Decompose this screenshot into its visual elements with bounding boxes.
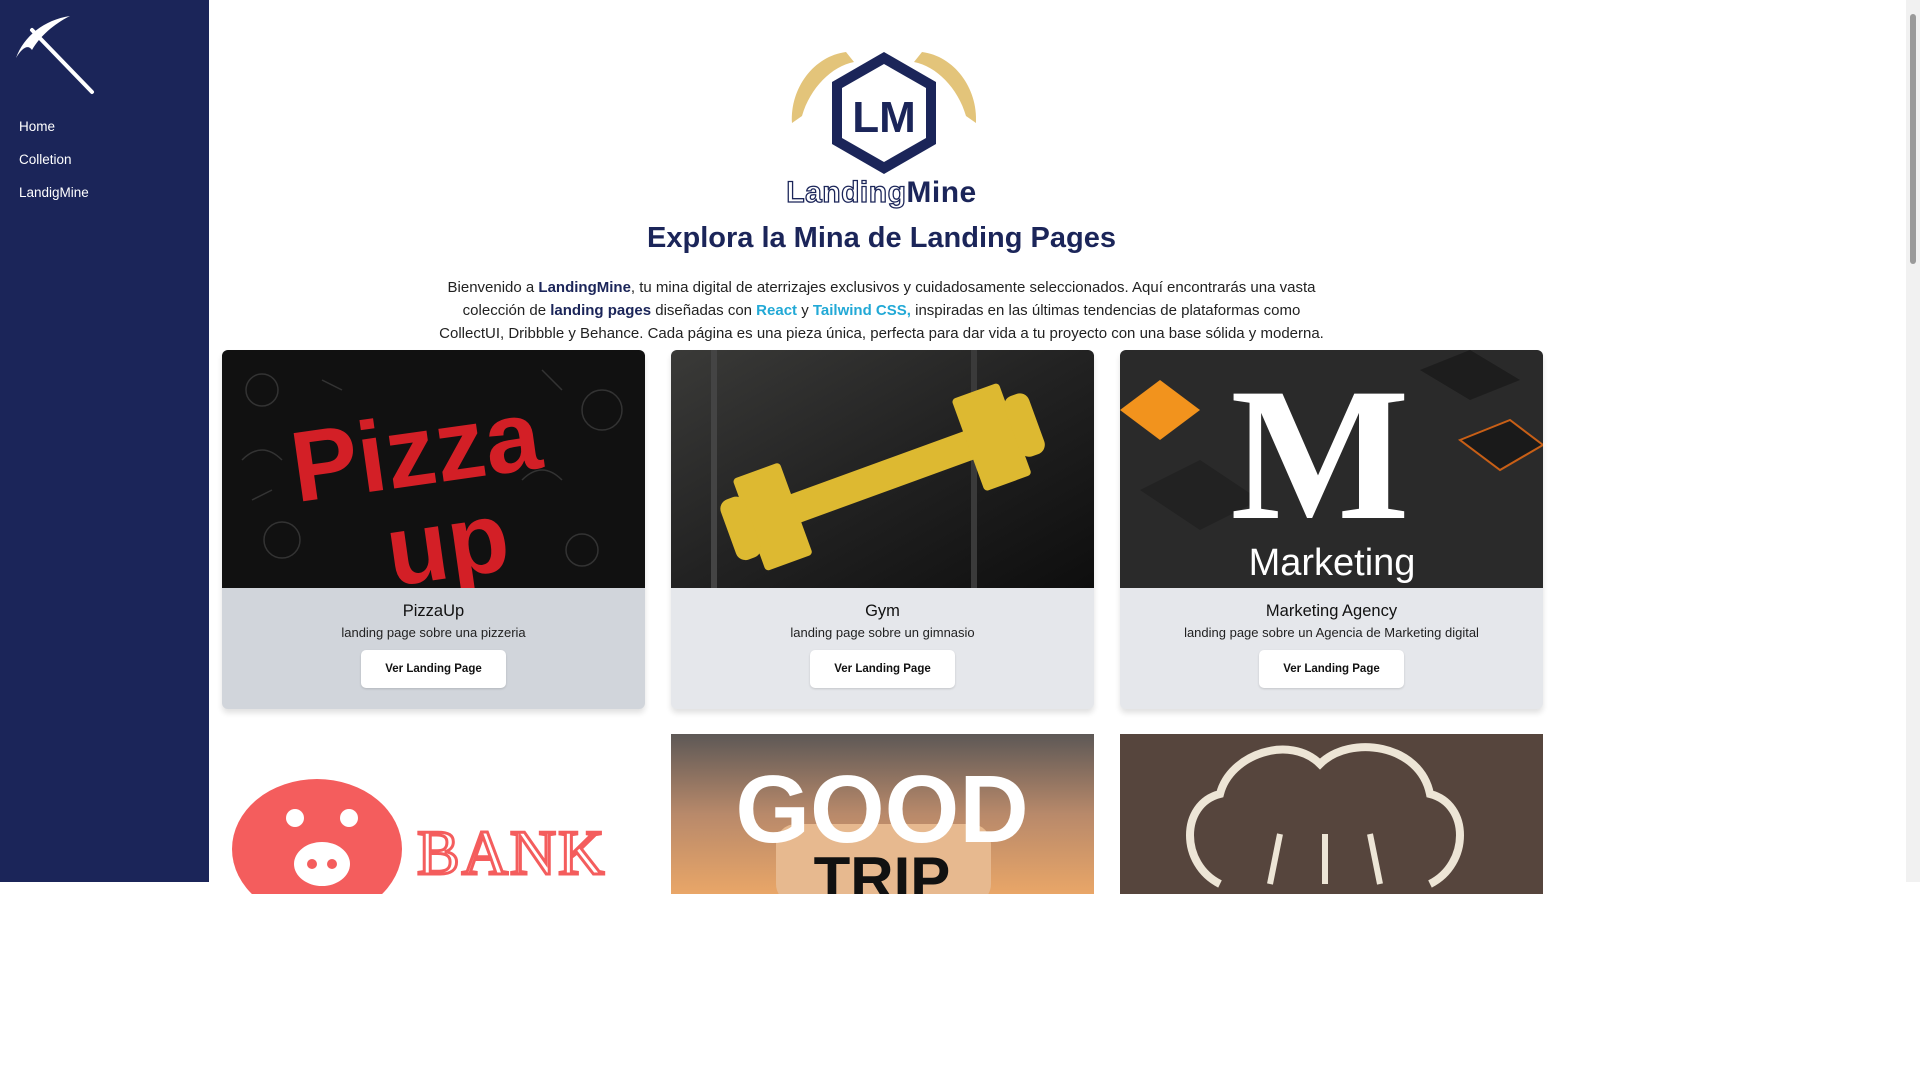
card-gym: Gym landing page sobre un gimnasio Ver L… <box>671 350 1094 709</box>
marketing-image-text-2: Marketing <box>1249 542 1416 584</box>
nav-landigmine[interactable]: LandigMine <box>19 183 89 216</box>
card-title: Gym <box>865 602 900 620</box>
view-landing-button[interactable]: Ver Landing Page <box>810 650 955 688</box>
bank-image-text: BANK <box>417 817 606 888</box>
card-marketing: M Marketing Marketing Agency landing pag… <box>1120 350 1543 709</box>
sidebar: Home Colletion LandigMine <box>0 0 209 882</box>
nav-home[interactable]: Home <box>19 117 89 150</box>
intro-text: Bienvenido a <box>447 279 539 296</box>
intro-text: y <box>797 302 813 319</box>
nav-collection[interactable]: Colletion <box>19 150 89 183</box>
intro-landing-pages: landing pages <box>550 302 652 319</box>
chef-hat-icon <box>1120 734 1543 894</box>
card-description: landing page sobre un gimnasio <box>790 625 975 640</box>
brand-name-part1: Landing <box>786 175 907 209</box>
view-landing-button[interactable]: Ver Landing Page <box>361 650 506 688</box>
good-trip-image: GOOD TRIP <box>671 734 1094 894</box>
main-content: LM LandingMine Explora la Mina de Landin… <box>209 0 1554 894</box>
card-description: landing page sobre una pizzeria <box>341 625 526 640</box>
page-title: Explora la Mina de Landing Pages <box>647 222 1116 254</box>
brand-name-part2: Mine <box>906 176 977 209</box>
brand-logo-letters: LM <box>852 93 916 142</box>
scrollbar[interactable] <box>1906 0 1920 882</box>
good-trip-image-text-2: TRIP <box>814 845 951 894</box>
intro-text: diseñadas con <box>651 302 757 319</box>
card-title: PizzaUp <box>402 602 465 620</box>
pizzaup-image: Pizza up <box>222 350 645 588</box>
intro-paragraph: Bienvenido a LandingMine, tu mina digita… <box>439 276 1324 345</box>
scrollbar-thumb[interactable] <box>1910 14 1916 264</box>
card-pizzaup: Pizza up PizzaUp landing page sobre una … <box>222 350 645 709</box>
gym-image <box>671 350 1094 588</box>
bank-image: BANK <box>222 734 645 894</box>
intro-brand: LandingMine <box>538 279 631 296</box>
view-landing-button[interactable]: Ver Landing Page <box>1259 650 1404 688</box>
brand-name: LandingMine <box>749 175 1014 210</box>
pickaxe-icon[interactable] <box>14 14 96 96</box>
sidebar-nav: Home Colletion LandigMine <box>19 117 89 216</box>
intro-tailwind: Tailwind CSS, <box>812 302 911 319</box>
pizzaup-image-text-2: up <box>379 480 516 588</box>
card-description: landing page sobre un Agencia de Marketi… <box>1184 625 1479 640</box>
marketing-image: M Marketing <box>1120 350 1543 588</box>
card-title: Marketing Agency <box>1265 602 1398 620</box>
intro-react: React <box>756 302 798 319</box>
marketing-image-text-1: M <box>1230 350 1409 560</box>
